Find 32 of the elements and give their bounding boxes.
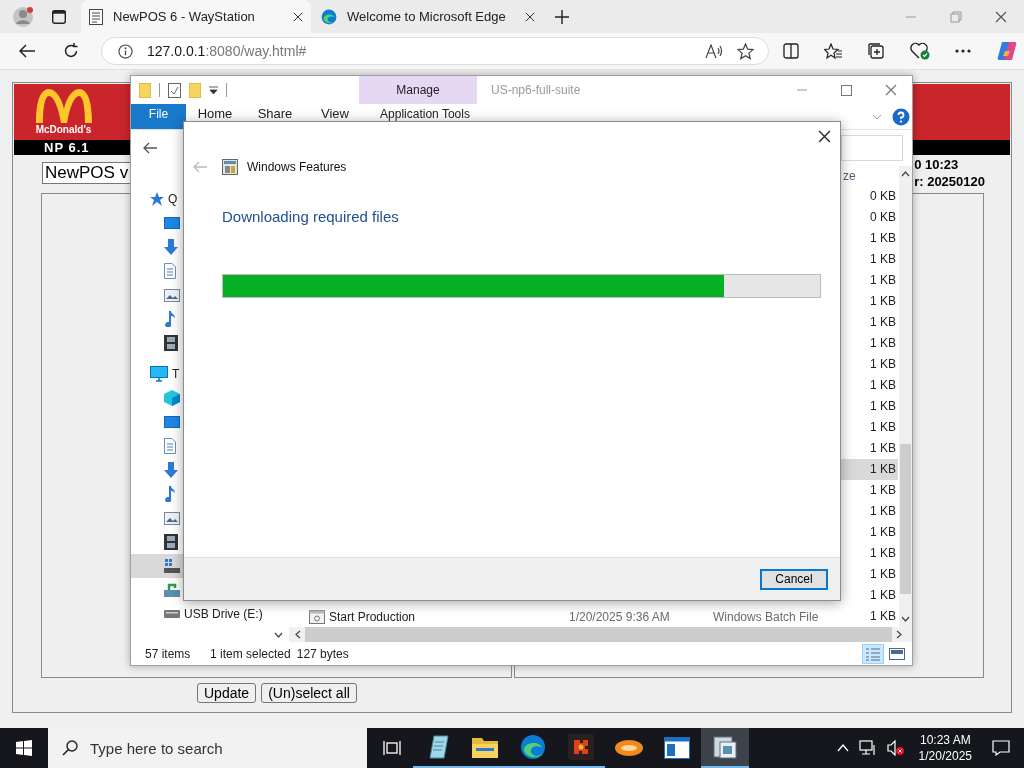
size-cell-text: 1 KB [869,293,897,310]
size-cell-text: 1 KB [869,314,897,331]
context-tab-header: Manage [359,76,477,104]
size-cell-text: 1 KB [869,608,897,625]
size-cell-text: 1 KB [869,440,897,457]
item-count: 57 items [145,646,192,661]
selection-size: 127 bytes [296,646,349,661]
size-cell-text: 1 KB [869,482,897,499]
size-cell-text: 1 KB [869,356,897,373]
selection-count: 1 item selected [210,646,291,661]
info-text: r: 20250120 [914,173,985,190]
size-cell-text: 0 KB [869,209,897,226]
size-cell-text: 1 KB [869,230,897,247]
size-cell-text: 1 KB [869,566,897,583]
dialog-heading: Downloading required files [222,208,400,226]
date-cell-text: 1/20/2025 9:36 AM [569,609,671,624]
logo-text: McDonald's [35,124,92,135]
size-cell-text: 1 KB [869,545,897,562]
window-title: US-np6-full-suite [491,83,581,97]
size-cell-text: 1 KB [869,398,897,415]
dialog-title: Windows Features [247,160,347,174]
size-cell-text: 1 KB [869,419,897,436]
info-text: 0 10:23 [914,156,960,173]
size-cell-text: 1 KB [869,503,897,520]
type-cell-text: Windows Batch File [713,609,820,624]
size-cell-text: 1 KB [869,524,897,541]
size-cell-text: 1 KB [869,251,897,268]
size-cell-text: 1 KB [869,335,897,352]
size-cell-text: 1 KB [869,377,897,394]
size-cell-text: 1 KB [869,587,897,604]
size-cell-text: 1 KB [869,272,897,289]
size-cell-text: 0 KB [869,188,897,205]
